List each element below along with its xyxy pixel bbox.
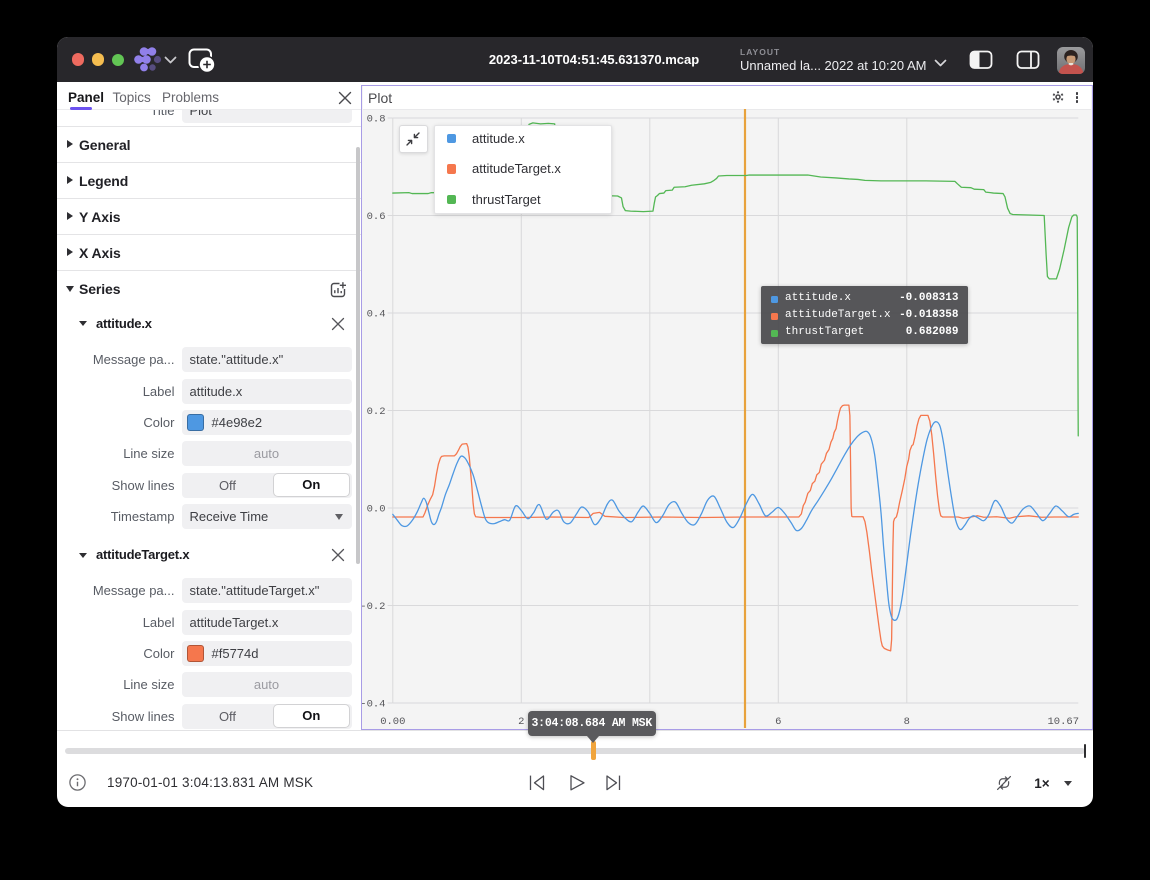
svg-text:10.67: 10.67 xyxy=(1047,716,1079,728)
svg-text:-0.2: -0.2 xyxy=(362,601,386,613)
svg-text:-0.4: -0.4 xyxy=(362,699,386,711)
svg-text:0.00: 0.00 xyxy=(380,716,405,728)
svg-text:0.6: 0.6 xyxy=(367,211,386,223)
svg-text:2: 2 xyxy=(518,716,524,728)
svg-text:8: 8 xyxy=(904,716,910,728)
svg-text:0.4: 0.4 xyxy=(367,309,386,321)
svg-text:0.0: 0.0 xyxy=(367,504,386,516)
svg-text:6: 6 xyxy=(775,716,781,728)
svg-text:0.2: 0.2 xyxy=(367,406,386,418)
svg-text:0.8: 0.8 xyxy=(367,114,386,126)
